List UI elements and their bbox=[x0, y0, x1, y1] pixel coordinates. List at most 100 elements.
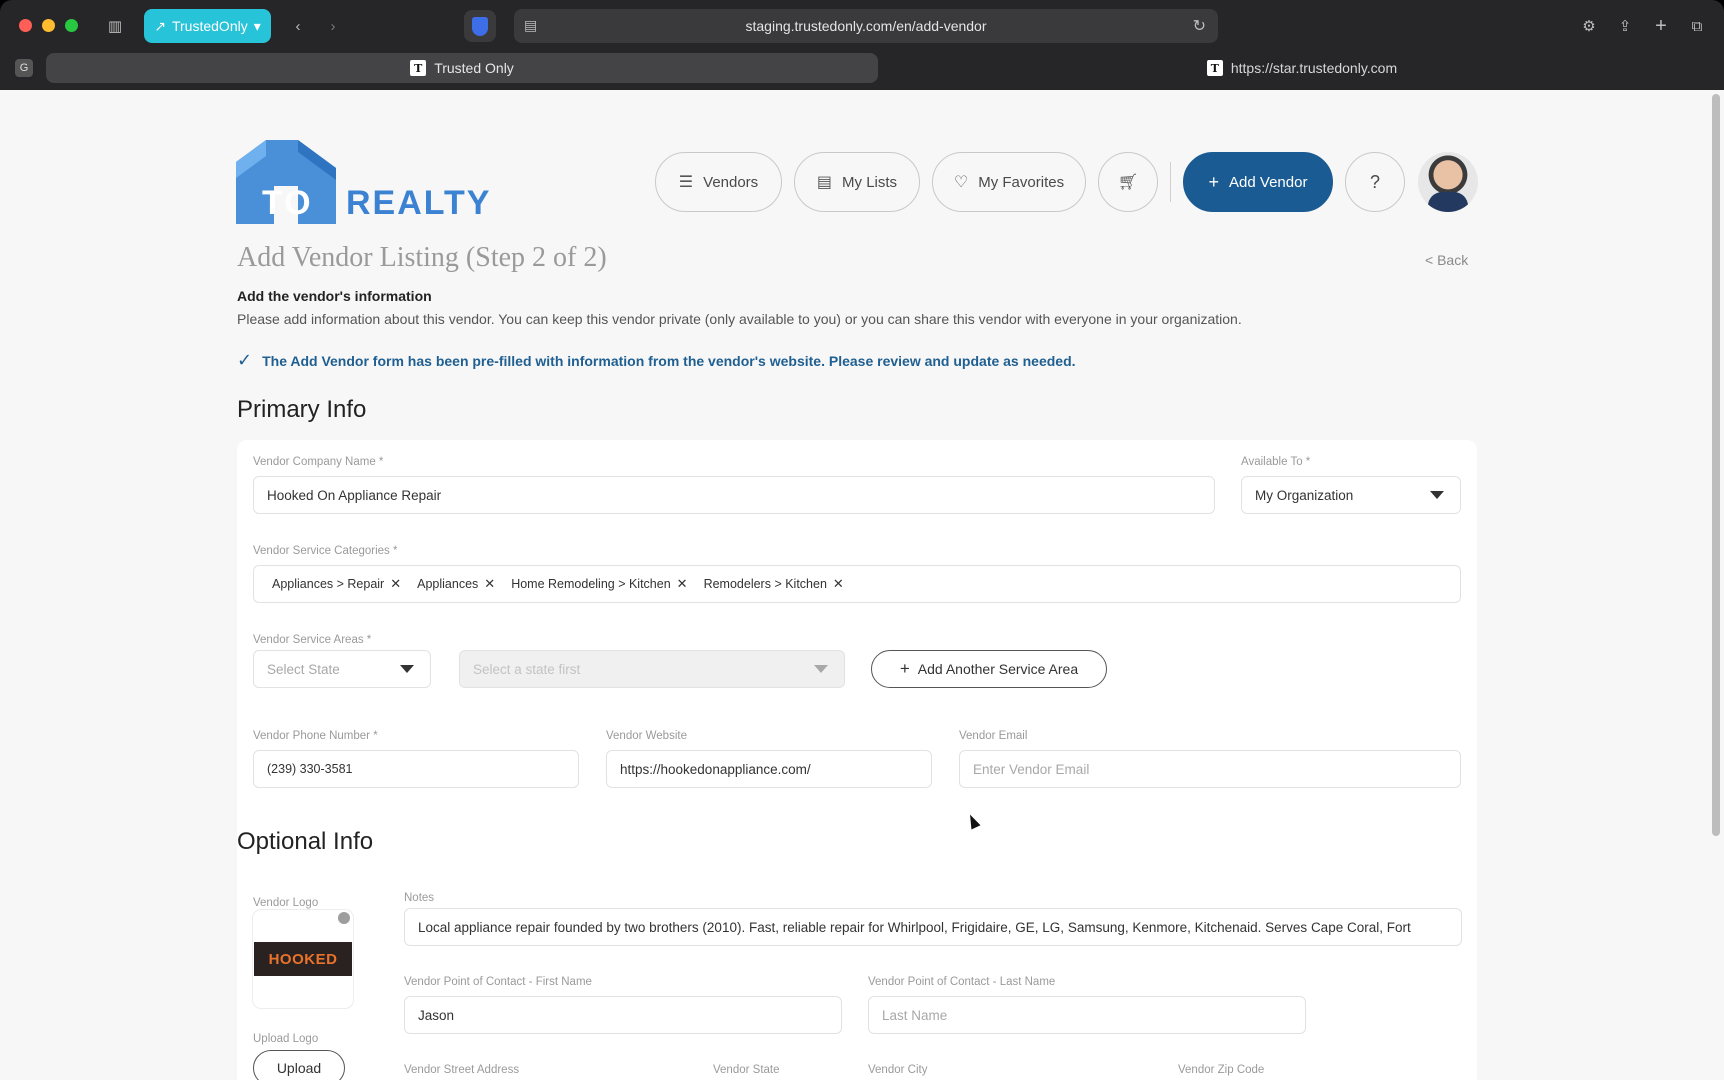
add-service-area-button[interactable]: + Add Another Service Area bbox=[871, 650, 1107, 688]
user-avatar[interactable] bbox=[1418, 152, 1478, 212]
website-value: https://hookedonappliance.com/ bbox=[620, 761, 811, 777]
close-window-button[interactable] bbox=[19, 19, 32, 32]
category-chip: Home Remodeling > Kitchen ✕ bbox=[511, 576, 688, 592]
state-select[interactable]: Select State bbox=[253, 650, 431, 688]
address-bar[interactable]: ▤ staging.trustedonly.com/en/add-vendor … bbox=[514, 9, 1218, 43]
page-settings-icon[interactable]: ▤ bbox=[524, 17, 537, 34]
page-viewport: TO REALTY ☰ Vendors ▤ My Lists ♡ My Favo… bbox=[0, 90, 1724, 1080]
nav-vendors-label: Vendors bbox=[703, 173, 759, 191]
tab-title: https://star.trustedonly.com bbox=[1230, 60, 1398, 76]
primary-info-card: Vendor Company Name * Hooked On Applianc… bbox=[237, 440, 1477, 894]
remove-chip-icon[interactable]: ✕ bbox=[677, 576, 688, 592]
logo-text-to: TO bbox=[262, 184, 313, 222]
page-title: Add Vendor Listing (Step 2 of 2) bbox=[237, 242, 607, 273]
categories-multiselect[interactable]: Appliances > Repair ✕ Appliances ✕ Home Re… bbox=[253, 565, 1461, 603]
wand-icon: ↗ bbox=[154, 17, 166, 34]
share-icon[interactable]: ⇪ bbox=[1610, 12, 1640, 40]
caret-down-icon bbox=[400, 665, 414, 673]
remove-logo-icon[interactable] bbox=[338, 912, 350, 924]
add-vendor-label: Add Vendor bbox=[1229, 173, 1308, 191]
maximize-window-button[interactable] bbox=[65, 19, 78, 32]
bitwarden-extension-icon[interactable] bbox=[464, 10, 496, 42]
company-name-label: Vendor Company Name * bbox=[253, 456, 384, 468]
phone-input[interactable]: (239) 330-3581 bbox=[253, 750, 579, 788]
nav-my-lists-button[interactable]: ▤ My Lists bbox=[794, 152, 920, 212]
add-service-area-label: Add Another Service Area bbox=[917, 661, 1079, 677]
first-name-input[interactable]: Jason bbox=[404, 996, 842, 1034]
plus-icon: + bbox=[1208, 171, 1220, 192]
tab-title: Trusted Only bbox=[434, 60, 514, 76]
remove-chip-icon[interactable]: ✕ bbox=[484, 576, 495, 592]
last-name-placeholder: Last Name bbox=[882, 1007, 948, 1023]
first-name-value: Jason bbox=[418, 1007, 455, 1023]
sidebar-toggle-icon[interactable]: ▥ bbox=[100, 12, 130, 40]
trustedonly-favicon-icon: T bbox=[1206, 60, 1223, 76]
nav-vendors-button[interactable]: ☰ Vendors bbox=[655, 152, 782, 212]
tab-star-trustedonly[interactable]: T https://star.trustedonly.com bbox=[880, 53, 1724, 83]
optional-info-card: Vendor Logo HOOKED Upload Logo Upload No… bbox=[237, 870, 1477, 1080]
website-input[interactable]: https://hookedonappliance.com/ bbox=[606, 750, 932, 788]
cart-button[interactable]: 🛒︎ bbox=[1098, 152, 1158, 212]
upload-button-label: Upload bbox=[276, 1060, 322, 1076]
to-realty-logo[interactable]: TO REALTY bbox=[236, 140, 489, 224]
back-link[interactable]: < Back bbox=[1425, 252, 1468, 268]
company-name-input[interactable]: Hooked On Appliance Repair bbox=[253, 476, 1215, 514]
list-icon: ☰ bbox=[678, 174, 694, 191]
email-input[interactable]: Enter Vendor Email bbox=[959, 750, 1461, 788]
help-icon: ? bbox=[1369, 171, 1380, 192]
heart-icon: ♡ bbox=[953, 174, 969, 191]
tab-trusted-only[interactable]: T Trusted Only bbox=[46, 53, 878, 83]
minimize-window-button[interactable] bbox=[42, 19, 55, 32]
upload-logo-button[interactable]: Upload bbox=[253, 1050, 345, 1080]
caret-down-icon bbox=[814, 665, 828, 673]
add-vendor-button[interactable]: + Add Vendor bbox=[1183, 152, 1333, 212]
phone-label: Vendor Phone Number * bbox=[253, 730, 378, 742]
trustedonly-favicon-icon: T bbox=[410, 60, 427, 76]
chevron-down-icon: ▾ bbox=[253, 17, 261, 34]
street-address-label: Vendor Street Address bbox=[404, 1064, 520, 1076]
vendor-zip-label: Vendor Zip Code bbox=[1178, 1064, 1265, 1076]
profile-switcher[interactable]: ↗ TrustedOnly ▾ bbox=[144, 9, 271, 43]
hooked-logo-text: HOOKED bbox=[268, 950, 338, 968]
remove-chip-icon[interactable]: ✕ bbox=[833, 576, 844, 592]
logo-text-realty: REALTY bbox=[346, 184, 492, 222]
email-label: Vendor Email bbox=[959, 730, 1028, 742]
page-scrollbar[interactable] bbox=[1712, 94, 1720, 836]
notes-textarea[interactable]: Local appliance repair founded by two br… bbox=[404, 908, 1462, 946]
available-to-label: Available To * bbox=[1241, 456, 1311, 468]
prefill-notice: ✓ The Add Vendor form has been pre-fille… bbox=[237, 350, 1076, 371]
section-subtitle: Add the vendor's information bbox=[237, 288, 432, 304]
last-name-label: Vendor Point of Contact - Last Name bbox=[868, 976, 1056, 988]
upload-logo-label: Upload Logo bbox=[253, 1033, 319, 1045]
url-text: staging.trustedonly.com/en/add-vendor bbox=[745, 18, 987, 34]
tab-strip: G T Trusted Only T https://star.trustedo… bbox=[0, 52, 1724, 86]
forward-arrow-icon[interactable]: › bbox=[318, 12, 348, 40]
available-to-value: My Organization bbox=[1255, 487, 1354, 503]
profile-label: TrustedOnly bbox=[171, 18, 248, 34]
vendor-logo-label: Vendor Logo bbox=[253, 897, 319, 909]
settings-gear-icon[interactable]: ⚙ bbox=[1574, 12, 1604, 40]
new-tab-plus-icon[interactable]: + bbox=[1646, 12, 1676, 40]
remove-chip-icon[interactable]: ✕ bbox=[390, 576, 401, 592]
website-label: Vendor Website bbox=[606, 730, 687, 742]
tab-overview-icon[interactable]: ⧉ bbox=[1682, 12, 1712, 40]
state-select-placeholder: Select State bbox=[267, 661, 340, 677]
last-name-input[interactable]: Last Name bbox=[868, 996, 1306, 1034]
category-chip: Appliances ✕ bbox=[417, 576, 496, 592]
vendor-state-label: Vendor State bbox=[713, 1064, 780, 1076]
reload-icon[interactable]: ↻ bbox=[1193, 16, 1206, 36]
tab-group-icon[interactable]: G bbox=[15, 59, 33, 77]
back-arrow-icon[interactable]: ‹ bbox=[283, 12, 313, 40]
notes-label: Notes bbox=[404, 892, 435, 904]
nav-my-lists-label: My Lists bbox=[842, 173, 898, 191]
nav-my-favorites-button[interactable]: ♡ My Favorites bbox=[932, 152, 1086, 212]
hooked-logo-image: HOOKED bbox=[254, 942, 352, 976]
nav-my-favorites-label: My Favorites bbox=[978, 173, 1065, 191]
available-to-select[interactable]: My Organization bbox=[1241, 476, 1461, 514]
help-button[interactable]: ? bbox=[1345, 152, 1405, 212]
page-description: Please add information about this vendor… bbox=[237, 311, 1242, 327]
phone-value: (239) 330-3581 bbox=[267, 762, 353, 776]
company-name-value: Hooked On Appliance Repair bbox=[267, 487, 442, 503]
category-chip: Appliances > Repair ✕ bbox=[272, 576, 402, 592]
email-placeholder: Enter Vendor Email bbox=[973, 761, 1090, 777]
